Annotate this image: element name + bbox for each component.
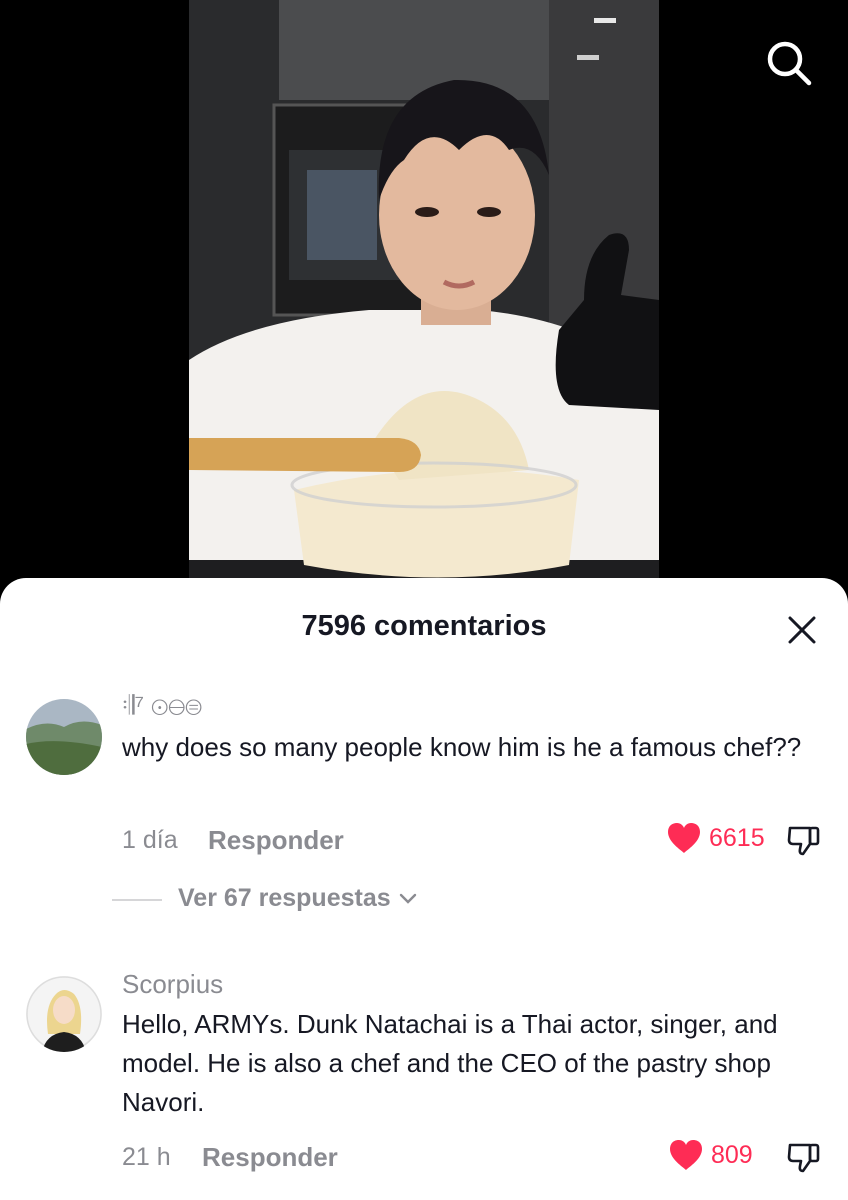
comment-time: 21 h bbox=[122, 1143, 171, 1171]
thumbs-down-icon bbox=[787, 1143, 820, 1173]
search-button[interactable] bbox=[764, 38, 814, 88]
comment-username[interactable]: Scorpius bbox=[122, 969, 223, 1000]
video-frame[interactable] bbox=[189, 0, 659, 640]
view-replies-label: Ver 67 respuestas bbox=[178, 884, 391, 912]
dislike-button[interactable] bbox=[786, 822, 822, 858]
reply-button[interactable]: Responder bbox=[202, 1142, 338, 1173]
thumbs-down-icon bbox=[787, 826, 820, 856]
like-count: 6615 bbox=[709, 823, 765, 852]
comment-text: why does so many people know him is he a… bbox=[122, 732, 802, 762]
heart-icon bbox=[670, 1140, 702, 1170]
close-icon bbox=[788, 616, 816, 644]
like-button[interactable]: 6615 bbox=[667, 822, 765, 854]
heart-icon bbox=[668, 823, 700, 853]
comments-count-title: 7596 comentarios bbox=[301, 610, 547, 642]
chevron-down-icon bbox=[399, 893, 416, 904]
like-button[interactable]: 809 bbox=[669, 1139, 753, 1171]
view-replies-button[interactable]: Ver 67 respuestas bbox=[178, 884, 417, 913]
close-button[interactable] bbox=[784, 612, 820, 648]
video-player[interactable] bbox=[0, 0, 848, 640]
comment-username[interactable]: 𝄇⁷ ⊙⊖⊜ bbox=[122, 690, 202, 722]
replies-divider bbox=[112, 899, 162, 901]
comments-sheet: 7596 comentarios 𝄇⁷ ⊙⊖⊜ why does so many… bbox=[0, 578, 848, 1200]
search-icon bbox=[767, 41, 812, 86]
dislike-button[interactable] bbox=[786, 1139, 822, 1175]
avatar-image bbox=[26, 976, 102, 1052]
avatar-image bbox=[26, 699, 102, 775]
like-count: 809 bbox=[711, 1140, 753, 1169]
comment-text: Hello, ARMYs. Dunk Natachai is a Thai ac… bbox=[122, 1009, 778, 1117]
avatar[interactable] bbox=[26, 976, 102, 1052]
video-still-image bbox=[189, 0, 659, 640]
comment-time: 1 día bbox=[122, 826, 178, 854]
avatar[interactable] bbox=[26, 699, 102, 775]
reply-button[interactable]: Responder bbox=[208, 825, 344, 856]
